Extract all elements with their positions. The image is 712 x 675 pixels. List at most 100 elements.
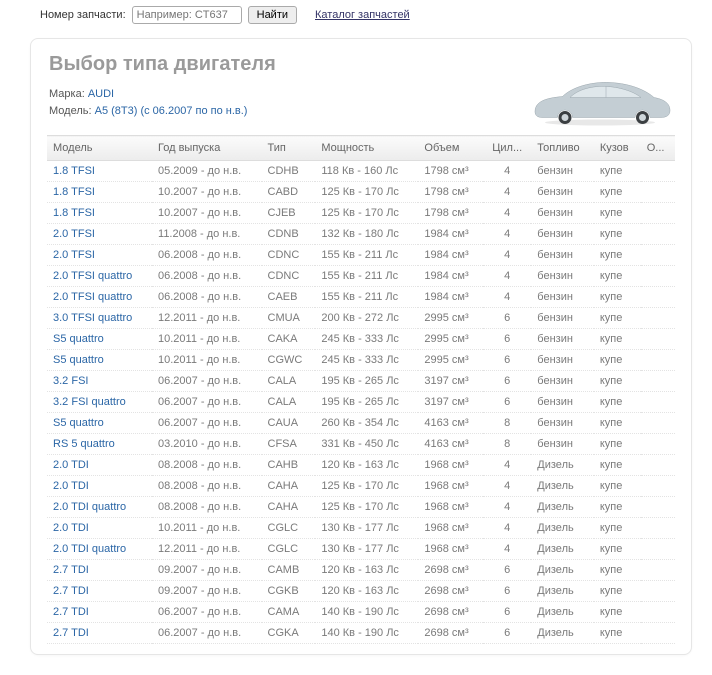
cell-volume: 1984 см³ [418, 224, 483, 245]
model-link[interactable]: 2.0 TDI [53, 459, 89, 471]
cell-type: CAHA [262, 476, 316, 497]
cell-year: 10.2007 - до н.в. [152, 203, 261, 224]
model-link[interactable]: A5 (8T3) (с 06.2007 по по н.в.) [95, 105, 248, 117]
model-link[interactable]: 2.7 TDI [53, 627, 89, 639]
cell-fuel: бензин [531, 308, 594, 329]
model-link[interactable]: 3.0 TFSI quattro [53, 312, 132, 324]
cell-year: 12.2011 - до н.в. [152, 539, 261, 560]
cell-body: купе [594, 581, 641, 602]
cell-power: 120 Кв - 163 Лс [315, 455, 418, 476]
cell-power: 195 Кв - 265 Лс [315, 392, 418, 413]
model-link[interactable]: 2.0 TFSI quattro [53, 291, 132, 303]
cell-type: CDNB [262, 224, 316, 245]
cell-fuel: Дизель [531, 581, 594, 602]
brand-label: Марка: [49, 88, 85, 100]
cell-cyl: 8 [483, 434, 531, 455]
cell-type: CGLC [262, 518, 316, 539]
cell-model: 2.7 TDI [47, 581, 152, 602]
cell-body: купе [594, 350, 641, 371]
model-link[interactable]: S5 quattro [53, 354, 104, 366]
cell-year: 10.2011 - до н.в. [152, 518, 261, 539]
cell-type: CALA [262, 371, 316, 392]
model-link[interactable]: 2.7 TDI [53, 564, 89, 576]
table-row: S5 quattro10.2011 - до н.в.CGWC245 Кв - … [47, 350, 675, 371]
model-link[interactable]: 2.0 TDI [53, 480, 89, 492]
cell-model: 2.0 TFSI [47, 224, 152, 245]
catalog-link[interactable]: Каталог запчастей [315, 9, 410, 21]
cell-volume: 1968 см³ [418, 455, 483, 476]
cell-aux [641, 518, 675, 539]
cell-volume: 2698 см³ [418, 623, 483, 644]
cell-model: 2.0 TFSI [47, 245, 152, 266]
cell-fuel: бензин [531, 392, 594, 413]
cell-model: 1.8 TFSI [47, 203, 152, 224]
cell-fuel: Дизель [531, 497, 594, 518]
model-link[interactable]: 3.2 FSI quattro [53, 396, 126, 408]
engine-table: Модель Год выпуска Тип Мощность Объем Ци… [47, 135, 675, 644]
table-row: 1.8 TFSI10.2007 - до н.в.CJEB125 Кв - 17… [47, 203, 675, 224]
table-row: 2.7 TDI09.2007 - до н.в.CGKB120 Кв - 163… [47, 581, 675, 602]
model-link[interactable]: 2.0 TFSI [53, 228, 95, 240]
cell-volume: 1968 см³ [418, 497, 483, 518]
cell-type: CABD [262, 182, 316, 203]
cell-year: 06.2007 - до н.в. [152, 392, 261, 413]
model-link[interactable]: 1.8 TFSI [53, 207, 95, 219]
model-link[interactable]: S5 quattro [53, 417, 104, 429]
th-type[interactable]: Тип [262, 136, 316, 161]
th-body[interactable]: Кузов [594, 136, 641, 161]
th-cyl[interactable]: Цил... [483, 136, 531, 161]
cell-fuel: бензин [531, 224, 594, 245]
part-number-input[interactable] [132, 6, 242, 24]
table-row: 2.0 TFSI06.2008 - до н.в.CDNC155 Кв - 21… [47, 245, 675, 266]
cell-volume: 1968 см³ [418, 518, 483, 539]
find-button[interactable]: Найти [248, 6, 297, 24]
th-year[interactable]: Год выпуска [152, 136, 261, 161]
cell-fuel: бензин [531, 413, 594, 434]
th-model[interactable]: Модель [47, 136, 152, 161]
cell-type: CMUA [262, 308, 316, 329]
cell-type: CDHB [262, 161, 316, 182]
model-link[interactable]: RS 5 quattro [53, 438, 115, 450]
cell-volume: 1798 см³ [418, 182, 483, 203]
cell-model: S5 quattro [47, 329, 152, 350]
th-volume[interactable]: Объем [418, 136, 483, 161]
cell-cyl: 4 [483, 497, 531, 518]
model-link[interactable]: 2.0 TDI quattro [53, 501, 126, 513]
cell-model: S5 quattro [47, 413, 152, 434]
cell-body: купе [594, 329, 641, 350]
cell-model: 2.0 TFSI quattro [47, 266, 152, 287]
cell-cyl: 4 [483, 266, 531, 287]
model-link[interactable]: 2.0 TDI [53, 522, 89, 534]
table-row: 2.7 TDI06.2007 - до н.в.CAMA140 Кв - 190… [47, 602, 675, 623]
model-link[interactable]: 2.7 TDI [53, 585, 89, 597]
cell-year: 09.2007 - до н.в. [152, 581, 261, 602]
model-link[interactable]: 3.2 FSI [53, 375, 88, 387]
th-aux[interactable]: О... [641, 136, 675, 161]
cell-volume: 1968 см³ [418, 539, 483, 560]
model-link[interactable]: 1.8 TFSI [53, 186, 95, 198]
cell-aux [641, 308, 675, 329]
cell-type: CJEB [262, 203, 316, 224]
model-link[interactable]: 2.0 TFSI [53, 249, 95, 261]
th-power[interactable]: Мощность [315, 136, 418, 161]
cell-cyl: 4 [483, 455, 531, 476]
cell-year: 06.2008 - до н.в. [152, 287, 261, 308]
model-link[interactable]: 2.7 TDI [53, 606, 89, 618]
cell-fuel: бензин [531, 161, 594, 182]
cell-year: 09.2007 - до н.в. [152, 560, 261, 581]
table-row: 2.0 TFSI quattro06.2008 - до н.в.CAEB155… [47, 287, 675, 308]
cell-type: CDNC [262, 245, 316, 266]
model-link[interactable]: 2.0 TDI quattro [53, 543, 126, 555]
cell-aux [641, 245, 675, 266]
cell-body: купе [594, 245, 641, 266]
cell-type: CAUA [262, 413, 316, 434]
model-link[interactable]: 2.0 TFSI quattro [53, 270, 132, 282]
cell-year: 06.2007 - до н.в. [152, 413, 261, 434]
brand-link[interactable]: AUDI [88, 88, 114, 100]
cell-type: CFSA [262, 434, 316, 455]
cell-aux [641, 413, 675, 434]
cell-aux [641, 455, 675, 476]
th-fuel[interactable]: Топливо [531, 136, 594, 161]
model-link[interactable]: 1.8 TFSI [53, 165, 95, 177]
model-link[interactable]: S5 quattro [53, 333, 104, 345]
